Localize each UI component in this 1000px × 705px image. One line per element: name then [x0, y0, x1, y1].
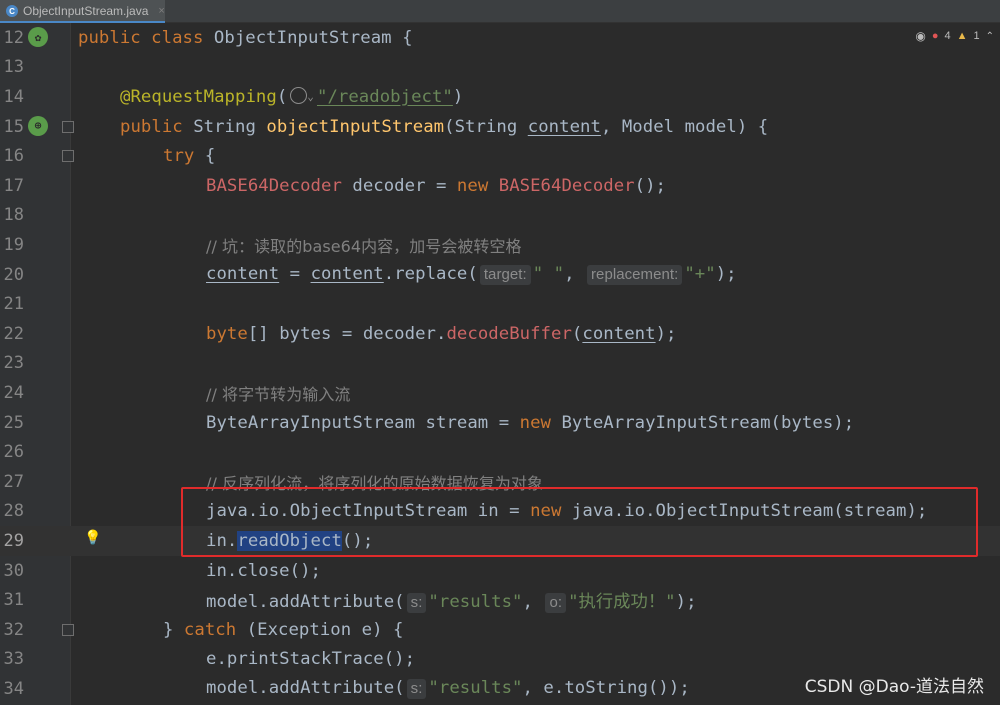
code-line[interactable]: 22 byte[] bytes = decoder.decodeBuffer(c… — [0, 319, 1000, 349]
code-text: @RequestMapping(⌄ "/readobject") — [120, 86, 464, 107]
line-number: 34 — [3, 678, 24, 699]
code-line[interactable]: 15 ⊕ public String objectInputStream(Str… — [0, 112, 1000, 142]
code-text: try { — [163, 146, 216, 167]
watermark: CSDN @Dao-道法自然 — [804, 677, 984, 697]
param-hint: replacement: — [587, 265, 683, 286]
line-number: 19 — [3, 234, 24, 255]
code-line[interactable]: 21 — [0, 289, 1000, 319]
line-number: 32 — [3, 619, 24, 640]
line-number: 23 — [3, 353, 24, 374]
code-line[interactable]: 31 model.addAttribute(s: "results", o: "执行… — [0, 585, 1000, 615]
code-line[interactable]: 26 — [0, 437, 1000, 467]
line-number: 18 — [3, 205, 24, 226]
line-number: 33 — [3, 649, 24, 670]
code-text: model.addAttribute(s: "results", e.toStri… — [206, 678, 690, 700]
param-hint: target: — [479, 265, 531, 286]
code-line[interactable]: 18 — [0, 201, 1000, 231]
param-hint: s: — [406, 679, 427, 700]
line-number: 22 — [3, 323, 24, 344]
line-number: 20 — [3, 264, 24, 285]
param-hint: s: — [406, 593, 427, 614]
code-text: } catch (Exception e) { — [163, 619, 404, 640]
code-line[interactable]: 28 java.io.ObjectInputStream in = new ja… — [0, 497, 1000, 527]
code-line[interactable]: 19 // 坑：读取的base64内容，加号会被转空格 — [0, 230, 1000, 260]
line-number: 29 — [3, 530, 24, 551]
line-number: 24 — [3, 382, 24, 403]
code-text: java.io.ObjectInputStream in = new java.… — [206, 501, 928, 522]
tab-label: ObjectInputStream.java — [23, 4, 149, 18]
code-line[interactable]: 13 — [0, 53, 1000, 83]
request-mapping-icon[interactable]: ⊕ — [28, 115, 48, 136]
code-comment: // 坑：读取的base64内容，加号会被转空格 — [206, 236, 522, 256]
lightbulb-icon[interactable]: 💡 — [84, 530, 101, 546]
line-number: 31 — [3, 590, 24, 611]
line-number: 16 — [3, 146, 24, 167]
line-number: 27 — [3, 471, 24, 492]
code-text: public String objectInputStream(String c… — [120, 116, 769, 137]
code-text: model.addAttribute(s: "results", o: "执行成功！… — [206, 592, 697, 614]
code-line[interactable]: 20 content = content.replace(target: " ",… — [0, 260, 1000, 290]
code-text: public class ObjectInputStream { — [78, 27, 413, 48]
line-number: 15 — [3, 116, 24, 137]
fold-icon[interactable] — [62, 624, 74, 636]
code-line[interactable]: 24 // 将字节转为输入流 — [0, 378, 1000, 408]
line-number: 21 — [3, 294, 24, 315]
code-line[interactable]: 33 e.printStackTrace(); — [0, 645, 1000, 675]
code-comment: // 将字节转为输入流 — [206, 384, 351, 404]
line-number: 26 — [3, 442, 24, 463]
editor-tab-bar: C ObjectInputStream.java × — [0, 0, 1000, 23]
code-line[interactable]: 12 ✿ public class ObjectInputStream { — [0, 23, 1000, 53]
code-comment: // 反序列化流，将序列化的原始数据恢复为对象 — [206, 473, 544, 493]
code-text: ByteArrayInputStream stream = new ByteAr… — [206, 412, 855, 433]
close-icon[interactable]: × — [158, 5, 164, 17]
line-number: 25 — [3, 412, 24, 433]
java-class-icon: C — [6, 5, 18, 17]
line-number: 28 — [3, 501, 24, 522]
spring-bean-icon[interactable]: ✿ — [28, 27, 48, 47]
code-text: e.printStackTrace(); — [206, 649, 416, 670]
fold-icon[interactable] — [62, 120, 74, 133]
code-text: in.readObject(); — [206, 530, 374, 551]
line-number: 30 — [3, 560, 24, 581]
code-text: in.close(); — [206, 560, 321, 581]
code-line[interactable]: 25 ByteArrayInputStream stream = new Byt… — [0, 408, 1000, 438]
line-number: 13 — [3, 57, 24, 78]
selected-text: readObject — [237, 530, 342, 551]
code-line[interactable]: 32 } catch (Exception e) { — [0, 615, 1000, 645]
code-line[interactable]: 14 @RequestMapping(⌄ "/readobject") — [0, 82, 1000, 112]
code-line[interactable]: 30 in.close(); — [0, 556, 1000, 586]
code-line[interactable]: 17 BASE64Decoder decoder = new BASE64Dec… — [0, 171, 1000, 201]
tab-objectinputstream[interactable]: C ObjectInputStream.java × — [0, 0, 165, 23]
globe-icon — [290, 87, 308, 105]
code-line[interactable]: 27 // 反序列化流，将序列化的原始数据恢复为对象 — [0, 467, 1000, 497]
param-hint: o: — [545, 593, 567, 614]
line-number: 12 — [3, 27, 24, 48]
line-number: 17 — [3, 175, 24, 196]
chevron-down-icon: ⌄ — [307, 90, 314, 104]
line-number: 14 — [3, 86, 24, 107]
code-text: byte[] bytes = decoder.decodeBuffer(cont… — [206, 323, 677, 344]
code-line-current[interactable]: 29 💡 in.readObject(); — [0, 526, 1000, 556]
fold-icon[interactable] — [62, 150, 74, 163]
code-text: content = content.replace(target: " ", re… — [206, 264, 737, 286]
code-line[interactable]: 23 — [0, 349, 1000, 379]
code-text: BASE64Decoder decoder = new BASE64Decode… — [206, 175, 667, 196]
code-line[interactable]: 16 try { — [0, 141, 1000, 171]
